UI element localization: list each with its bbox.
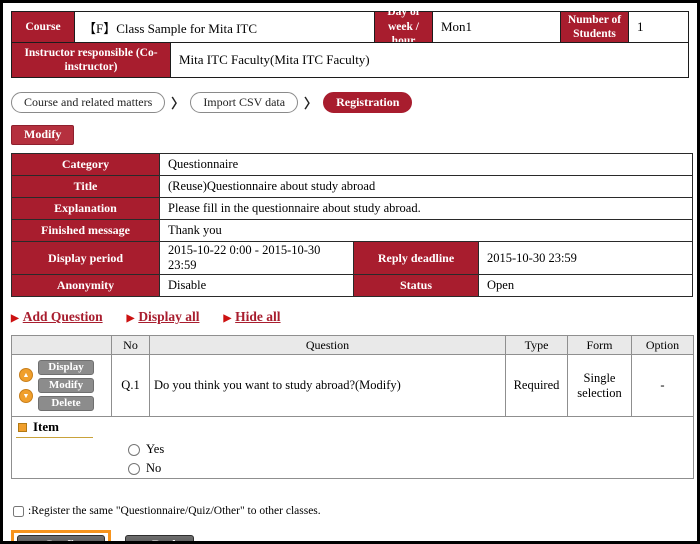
question-form: Single selection	[568, 355, 632, 417]
explanation-label: Explanation	[12, 198, 160, 220]
question-row: ▲ ▼ Display Modify Delete Q.1 Do you thi…	[12, 355, 694, 417]
add-question-link[interactable]: ▶Add Question	[11, 309, 103, 325]
title-value: (Reuse)Questionnaire about study abroad	[160, 176, 693, 198]
modify-question-button[interactable]: Modify	[38, 378, 94, 393]
instructor-value: Mita ITC Faculty(Mita ITC Faculty)	[171, 42, 689, 78]
finished-message-label: Finished message	[12, 220, 160, 242]
reply-deadline-value: 2015-10-30 23:59	[479, 242, 693, 275]
question-no: Q.1	[112, 355, 150, 417]
item-row: Item Yes No	[12, 417, 694, 479]
triangle-icon: ▶	[223, 313, 231, 324]
back-button[interactable]: ▶Back	[125, 535, 194, 544]
course-header-table: Course 【F】Class Sample for Mita ITC Day …	[11, 11, 689, 78]
item-header: Item	[16, 419, 93, 438]
triangle-icon: ▶	[11, 313, 19, 324]
day-of-week-value: Mon1	[433, 11, 561, 43]
questionnaire-details-table: Category Questionnaire Title (Reuse)Ques…	[11, 153, 693, 297]
course-label: Course	[11, 11, 75, 43]
item-option-no: No	[128, 461, 689, 476]
bottom-buttons: ▶Confirm ▶Back	[11, 530, 689, 544]
question-text: Do you think you want to study abroad?	[154, 378, 355, 392]
display-period-value: 2015-10-22 0:00 - 2015-10-30 23:59	[160, 242, 354, 275]
status-label: Status	[354, 275, 479, 297]
register-note-text: :Register the same "Questionnaire/Quiz/O…	[28, 505, 321, 517]
qtable-header-question: Question	[150, 336, 506, 355]
question-modify-link[interactable]: (Modify)	[355, 378, 401, 392]
register-other-classes-checkbox[interactable]	[13, 506, 24, 517]
breadcrumb-registration: Registration	[323, 92, 412, 113]
course-value: 【F】Class Sample for Mita ITC	[75, 11, 375, 43]
item-option-yes: Yes	[128, 442, 689, 457]
page: Course 【F】Class Sample for Mita ITC Day …	[0, 0, 700, 544]
question-table-header-row: No Question Type Form Option	[12, 336, 694, 355]
breadcrumb: Course and related matters 〉 Import CSV …	[11, 92, 689, 113]
register-note: :Register the same "Questionnaire/Quiz/O…	[11, 505, 689, 517]
status-value: Open	[479, 275, 693, 297]
question-cell: Do you think you want to study abroad?(M…	[150, 355, 506, 417]
breadcrumb-import-csv[interactable]: Import CSV data	[190, 92, 298, 113]
display-all-link[interactable]: ▶Display all	[127, 309, 200, 325]
title-label: Title	[12, 176, 160, 198]
up-arrow-icon: ▲	[23, 372, 30, 379]
option-yes-label: Yes	[146, 442, 164, 457]
breadcrumb-separator-icon: 〉	[171, 93, 184, 112]
option-no-label: No	[146, 461, 161, 476]
qtable-header-type: Type	[506, 336, 568, 355]
anonymity-label: Anonymity	[12, 275, 160, 297]
instructor-label: Instructor responsible (Co-instructor)	[11, 42, 171, 78]
hide-all-link[interactable]: ▶Hide all	[223, 309, 280, 325]
anonymity-value: Disable	[160, 275, 354, 297]
move-down-button[interactable]: ▼	[19, 389, 33, 403]
qtable-header-controls	[12, 336, 112, 355]
item-icon	[18, 423, 27, 432]
option-no-radio[interactable]	[128, 463, 140, 475]
qtable-header-option: Option	[632, 336, 694, 355]
display-button[interactable]: Display	[38, 360, 94, 375]
qtable-header-no: No	[112, 336, 150, 355]
option-yes-radio[interactable]	[128, 444, 140, 456]
display-period-label: Display period	[12, 242, 160, 275]
confirm-highlight-box: ▶Confirm	[11, 530, 111, 544]
day-of-week-label: Day of week / hour	[375, 11, 433, 43]
move-up-button[interactable]: ▲	[19, 368, 33, 382]
explanation-value: Please fill in the questionnaire about s…	[160, 198, 693, 220]
triangle-icon: ▶	[127, 313, 135, 324]
number-of-students-label: Number of Students	[561, 11, 629, 43]
question-type: Required	[506, 355, 568, 417]
qtable-header-form: Form	[568, 336, 632, 355]
confirm-button[interactable]: ▶Confirm	[17, 535, 105, 544]
number-of-students-value: 1	[629, 11, 689, 43]
delete-button[interactable]: Delete	[38, 396, 94, 411]
category-label: Category	[12, 154, 160, 176]
breadcrumb-separator-icon: 〉	[304, 93, 317, 112]
finished-message-value: Thank you	[160, 220, 693, 242]
breadcrumb-course-matters[interactable]: Course and related matters	[11, 92, 165, 113]
question-row-controls: ▲ ▼ Display Modify Delete	[12, 355, 112, 417]
category-value: Questionnaire	[160, 154, 693, 176]
modify-button[interactable]: Modify	[11, 125, 74, 145]
reply-deadline-label: Reply deadline	[354, 242, 479, 275]
item-label: Item	[33, 419, 59, 435]
question-actions: ▶Add Question ▶Display all ▶Hide all	[11, 309, 689, 325]
question-table: No Question Type Form Option ▲ ▼ Display…	[11, 335, 694, 479]
down-arrow-icon: ▼	[23, 393, 30, 400]
question-option: -	[632, 355, 694, 417]
